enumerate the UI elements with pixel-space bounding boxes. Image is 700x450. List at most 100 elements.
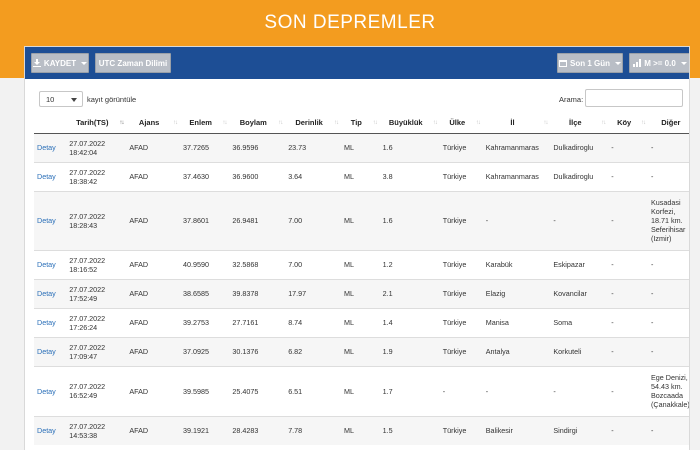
column-header[interactable]: Tarih(TS) ↑↓	[66, 113, 127, 134]
cell-lat: 37.7265	[179, 132, 230, 162]
cell-village: -	[608, 190, 649, 250]
utc-timezone-button[interactable]: UTC Zaman Dilimi	[95, 53, 171, 73]
column-header[interactable]: Tip ↑↓	[341, 113, 380, 134]
cell-lon: 39.8378	[229, 278, 286, 308]
table-row: Detay 27.07.2022 18:28:43 AFAD 37.8601 26.948…	[34, 190, 689, 250]
search-input[interactable]	[585, 89, 683, 107]
cell-lon: 30.1376	[229, 336, 286, 366]
cell-datetime: 27.07.2022 18:28:43	[66, 190, 127, 250]
page-length-label: kayıt görüntüle	[87, 95, 137, 104]
utc-timezone-label: UTC Zaman Dilimi	[98, 58, 168, 68]
table-row: Detay 27.07.2022 18:38:42 AFAD 37.4630 36.960…	[34, 161, 689, 191]
column-header[interactable]: Ajans ↑↓	[126, 113, 180, 134]
cell-depth: 7.78	[285, 415, 342, 445]
cell-other-line: -	[651, 143, 654, 152]
cell-date: 27.07.2022	[69, 421, 106, 431]
cell-agency: AFAD	[126, 249, 180, 279]
cell-country: Türkiye	[439, 249, 483, 279]
cell-depth: 8.74	[285, 307, 342, 337]
cell-depth: 17.97	[285, 278, 342, 308]
cell-link[interactable]: Detay	[34, 365, 67, 416]
cell-link[interactable]: Detay	[34, 307, 67, 337]
cell-mag: 1.5	[379, 415, 440, 445]
column-header[interactable]: Ülke ↑↓	[439, 113, 483, 134]
download-icon	[32, 59, 41, 67]
column-header[interactable]: Enlem ↑↓	[179, 113, 230, 134]
magnitude-filter-button[interactable]: M >= 0.0	[629, 53, 689, 73]
cell-country: -	[439, 365, 483, 416]
column-header[interactable]: Derinlik ↑↓	[285, 113, 342, 134]
save-button[interactable]: KAYDET	[31, 53, 89, 73]
cell-lon: 36.9600	[229, 161, 286, 191]
cell-province: Kahramanmaras	[482, 132, 551, 162]
column-header[interactable]: Büyüklük ↑↓	[379, 113, 440, 134]
cell-datetime: 27.07.2022 16:52:49	[66, 365, 127, 416]
cell-other: -	[648, 161, 689, 191]
cell-date: 27.07.2022	[69, 342, 106, 352]
cell-country: Türkiye	[439, 336, 483, 366]
search-label: Arama:	[559, 95, 584, 104]
column-header[interactable]: Diğer↑↓	[648, 113, 689, 134]
cell-datetime: 27.07.2022 18:38:42	[66, 161, 127, 191]
cell-district: Soma	[550, 307, 609, 337]
cell-village: -	[608, 249, 649, 279]
table-row: Detay 27.07.2022 17:09:47 AFAD 37.0925 30.137…	[34, 336, 689, 366]
cell-other: -	[648, 415, 689, 445]
cell-time: 18:42:04	[69, 147, 98, 157]
cell-type: ML	[341, 415, 380, 445]
column-header[interactable]	[34, 113, 67, 134]
page-length-select[interactable]: 10	[39, 91, 83, 107]
cell-type: ML	[341, 132, 380, 162]
cell-lat: 37.8601	[179, 190, 230, 250]
page-length-value: 10	[46, 94, 55, 104]
cell-date: 27.07.2022	[69, 211, 106, 221]
cell-lat: 37.0925	[179, 336, 230, 366]
cell-district: -	[550, 365, 609, 416]
sort-icon: ↑↓	[543, 120, 548, 126]
column-header[interactable]: Köy ↑↓	[608, 113, 649, 134]
cell-link[interactable]: Detay	[34, 132, 67, 162]
chevron-down-icon	[71, 98, 77, 102]
cell-district: Dulkadiroglu	[550, 132, 609, 162]
save-button-label: KAYDET	[43, 58, 77, 68]
cell-other-line: Ege Denizi,	[651, 373, 688, 382]
cell-province: -	[482, 365, 551, 416]
cell-link[interactable]: Detay	[34, 278, 67, 308]
cell-depth: 7.00	[285, 190, 342, 250]
table-row: Detay 27.07.2022 16:52:49 AFAD 39.5985 25.407…	[34, 365, 689, 416]
cell-date: 27.07.2022	[69, 167, 106, 177]
cell-district: Eskipazar	[550, 249, 609, 279]
earthquake-table: Tarih(TS) ↑↓ Ajans ↑↓ Enlem ↑↓ Boylam ↑↓ Derinli…	[34, 113, 689, 445]
column-header-label: Büyüklük	[388, 118, 423, 128]
cell-time: 16:52:49	[69, 391, 98, 400]
cell-time: 17:09:47	[69, 351, 98, 361]
column-header[interactable]: İlçe ↑↓	[550, 113, 609, 134]
cell-country: Türkiye	[439, 132, 483, 162]
chevron-down-icon	[81, 61, 88, 65]
cell-village: -	[608, 161, 649, 191]
sort-icon: ↑↓	[222, 120, 227, 126]
column-header[interactable]: Boylam ↑↓	[229, 113, 286, 134]
cell-province: -	[482, 190, 551, 250]
column-header[interactable]: İl ↑↓	[482, 113, 551, 134]
cell-other-line: Seferihisar	[651, 225, 686, 234]
sort-icon: ↑↓	[172, 120, 178, 126]
time-range-button[interactable]: Son 1 Gün	[557, 53, 623, 73]
cell-province: Antalya	[482, 336, 551, 366]
cell-link[interactable]: Detay	[34, 249, 67, 279]
cell-time: 18:28:43	[69, 220, 98, 230]
cell-link[interactable]: Detay	[34, 415, 67, 445]
cell-link[interactable]: Detay	[34, 161, 67, 191]
cell-other-line: -	[651, 318, 654, 327]
cell-link[interactable]: Detay	[34, 336, 67, 366]
column-header-label: Diğer	[661, 118, 681, 128]
cell-mag: 1.4	[379, 307, 440, 337]
cell-lat: 37.4630	[179, 161, 230, 191]
cell-other-line: -	[651, 426, 654, 436]
cell-type: ML	[341, 161, 380, 191]
cell-link[interactable]: Detay	[34, 190, 67, 250]
cell-agency: AFAD	[126, 132, 180, 162]
cell-other-line: -	[651, 260, 654, 269]
cell-depth: 6.51	[285, 365, 342, 416]
cell-type: ML	[341, 336, 380, 366]
